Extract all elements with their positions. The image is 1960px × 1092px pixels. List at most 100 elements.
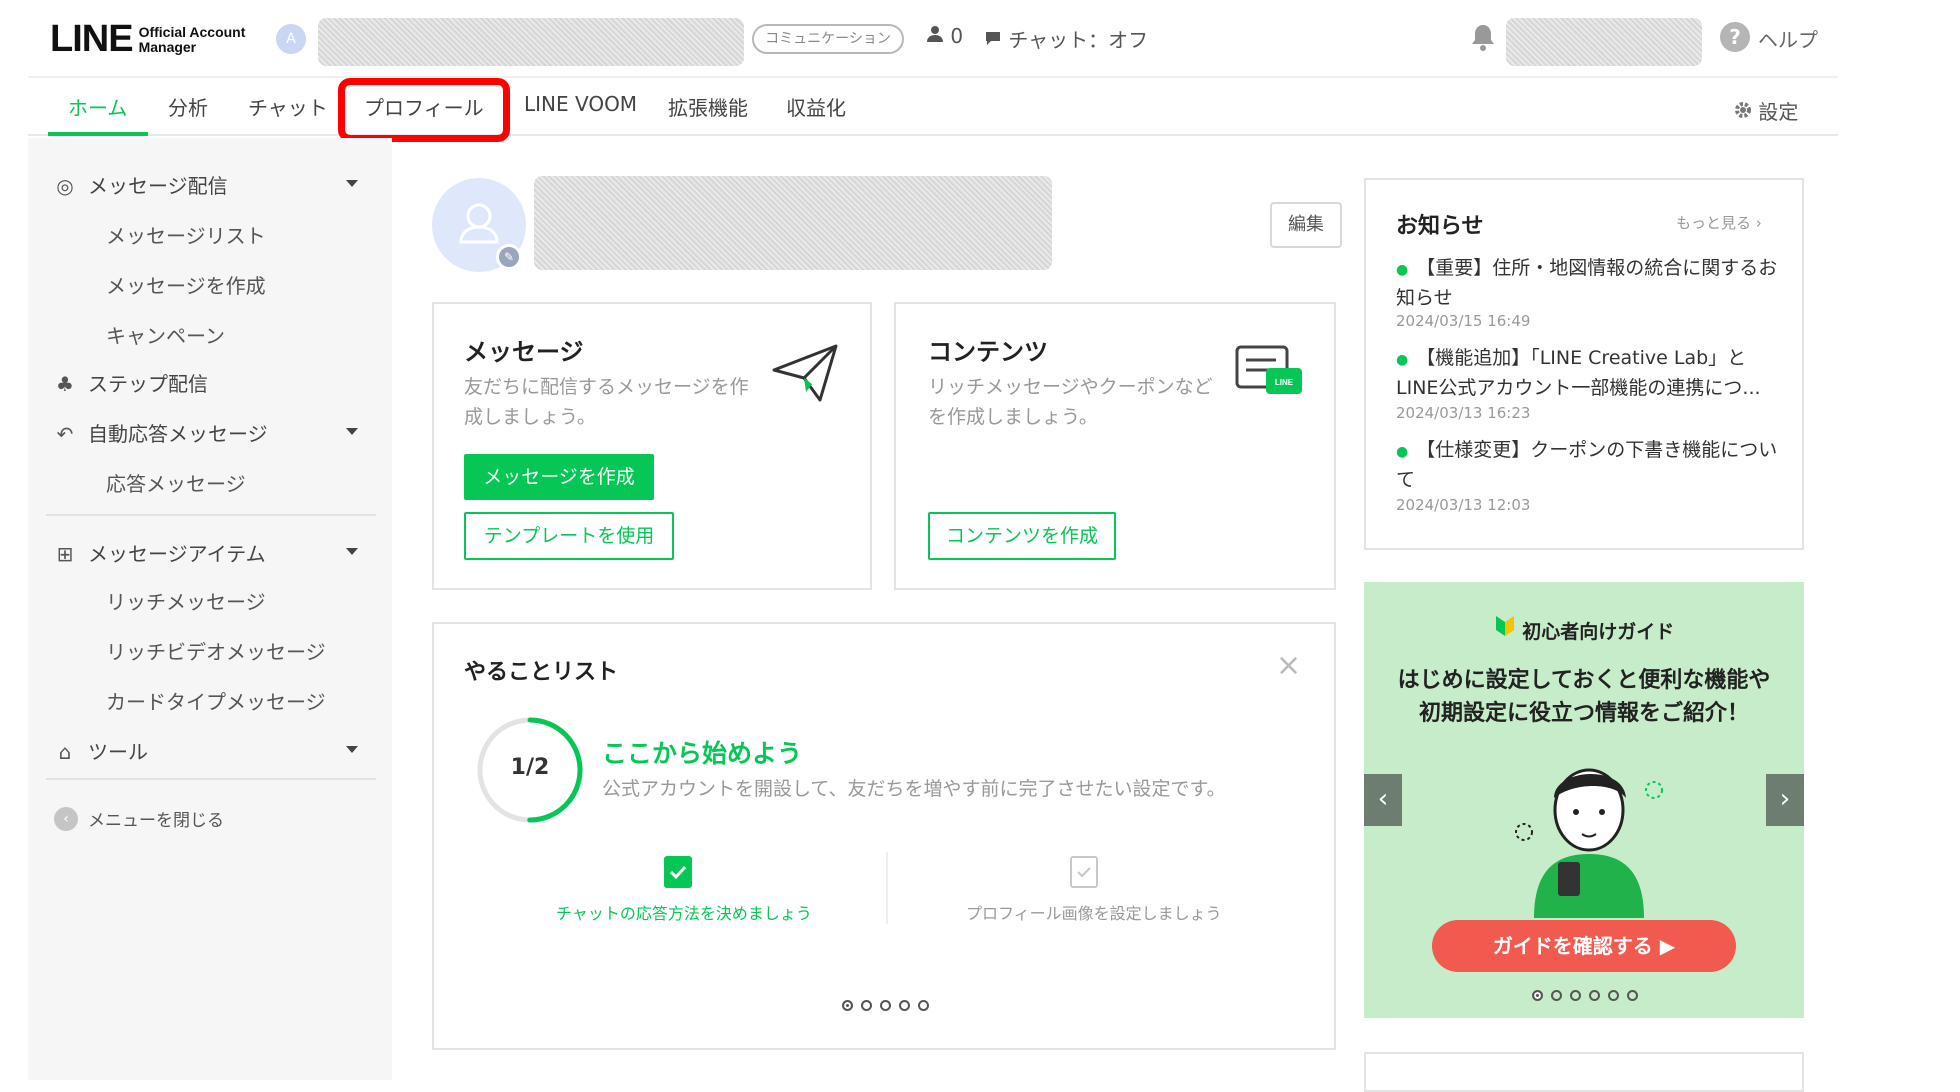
bell-icon[interactable] bbox=[1470, 22, 1496, 52]
pencil-icon[interactable]: ✎ bbox=[496, 244, 522, 270]
page-dot[interactable] bbox=[1551, 990, 1562, 1001]
beginner-guide-banner[interactable]: 初心者向けガイド はじめに設定しておくと便利な機能や 初期設定に役立つ情報をご紹… bbox=[1364, 582, 1804, 1018]
sidebar: ◎ メッセージ配信 メッセージリスト メッセージを作成 キャンペーン ♣ ステップ配… bbox=[28, 138, 392, 1080]
bullet-icon: ● bbox=[1396, 444, 1409, 460]
sidebar-item-auto-reply[interactable]: ↶ 自動応答メッセージ bbox=[52, 418, 268, 447]
top-bar: LINE Official Account Manager A コミュニケーショ… bbox=[0, 0, 1960, 76]
line-chat-icon: LINE bbox=[1234, 344, 1306, 405]
content-card-title: コンテンツ bbox=[928, 338, 1048, 366]
news-item[interactable]: ● 【重要】住所・地図情報の統合に関するお知らせ bbox=[1396, 254, 1786, 312]
sidebar-item-campaign[interactable]: キャンペーン bbox=[106, 320, 225, 349]
news-more-link[interactable]: もっと見る › bbox=[1676, 212, 1762, 233]
friends-count[interactable]: 0 bbox=[926, 24, 963, 48]
chevron-down-icon[interactable] bbox=[346, 746, 358, 753]
bullet-icon: ● bbox=[1396, 352, 1409, 368]
news-item[interactable]: ● 【仕様変更】クーポンの下書き機能について bbox=[1396, 436, 1786, 494]
store-icon: ⌂ bbox=[58, 740, 72, 764]
logo-main: LINE bbox=[50, 18, 134, 60]
step-divider bbox=[886, 852, 888, 924]
banner-pagination[interactable] bbox=[1532, 990, 1646, 1001]
account-name-redacted[interactable] bbox=[318, 18, 744, 66]
message-card-desc: 友だちに配信するメッセージを作成しましょう。 bbox=[464, 376, 749, 428]
account-avatar[interactable]: A bbox=[276, 24, 306, 54]
help-icon[interactable]: ? bbox=[1720, 22, 1750, 52]
sidebar-item-card-message[interactable]: カードタイプメッセージ bbox=[106, 686, 326, 715]
guide-button-label: ガイドを確認する bbox=[1492, 934, 1653, 958]
sidebar-item-message-items[interactable]: ⊞ メッセージアイテム bbox=[52, 538, 266, 567]
todo-step-profile-image[interactable]: プロフィール画像を設定しましょう bbox=[966, 900, 1222, 924]
gear-icon bbox=[1734, 100, 1758, 124]
friends-count-value: 0 bbox=[950, 24, 964, 48]
page-dot[interactable] bbox=[1589, 990, 1600, 1001]
page-dot[interactable] bbox=[861, 1000, 872, 1011]
sidebar-label: メッセージアイテム bbox=[88, 542, 266, 566]
add-box-icon: ⊞ bbox=[56, 542, 74, 566]
logo-sub: Official Account Manager bbox=[138, 24, 246, 55]
create-content-button[interactable]: コンテンツを作成 bbox=[928, 512, 1116, 560]
tab-monetization[interactable]: 収益化 bbox=[786, 92, 846, 121]
todo-pagination[interactable] bbox=[842, 1000, 937, 1011]
page-dot[interactable] bbox=[1570, 990, 1581, 1001]
page-dot[interactable] bbox=[1627, 990, 1638, 1001]
page-dot[interactable] bbox=[880, 1000, 891, 1011]
profile-tab-highlight bbox=[338, 78, 510, 142]
create-message-button[interactable]: メッセージを作成 bbox=[464, 454, 654, 500]
todo-step-chat-reply[interactable]: チャットの応答方法を決めましょう bbox=[556, 900, 812, 924]
sidebar-item-message-list[interactable]: メッセージリスト bbox=[106, 220, 266, 249]
chat-status[interactable]: チャット：オフ bbox=[984, 24, 1148, 53]
chat-status-label: チャット：オフ bbox=[1008, 28, 1149, 52]
news-more-label: もっと見る bbox=[1676, 214, 1752, 232]
todo-list-card bbox=[432, 622, 1336, 1050]
logo-sub-line-2: Manager bbox=[138, 38, 197, 55]
tab-extensions[interactable]: 拡張機能 bbox=[668, 92, 748, 121]
confirm-guide-button[interactable]: ガイドを確認する ▶ bbox=[1432, 920, 1736, 972]
step-tree-icon: ♣ bbox=[56, 372, 74, 396]
news-item-text: 【重要】住所・地図情報の統合に関するお知らせ bbox=[1396, 257, 1778, 309]
page-dot[interactable] bbox=[1532, 990, 1543, 1001]
help-link[interactable]: ヘルプ bbox=[1758, 24, 1818, 53]
bullet-icon: ● bbox=[1396, 262, 1409, 278]
page-dot[interactable] bbox=[918, 1000, 929, 1011]
settings-link[interactable]: 設定 bbox=[1734, 96, 1798, 125]
line-chat-icon-label: LINE bbox=[1275, 378, 1294, 387]
page-dot[interactable] bbox=[1608, 990, 1619, 1001]
tab-line-voom[interactable]: LINE VOOM bbox=[524, 92, 637, 116]
todo-heading: ここから始めよう bbox=[602, 739, 803, 768]
sidebar-divider bbox=[46, 778, 376, 780]
settings-label: 設定 bbox=[1758, 100, 1799, 124]
page-dot[interactable] bbox=[842, 1000, 853, 1011]
tab-chat[interactable]: チャット bbox=[248, 92, 328, 121]
chevron-down-icon[interactable] bbox=[346, 548, 358, 555]
guide-person-illustration bbox=[1515, 768, 1663, 918]
news-item-text: 【仕様変更】クーポンの下書き機能について bbox=[1396, 439, 1778, 491]
sidebar-item-rich-message[interactable]: リッチメッセージ bbox=[106, 586, 266, 615]
tab-analytics[interactable]: 分析 bbox=[168, 92, 208, 121]
sidebar-item-message-delivery[interactable]: ◎ メッセージ配信 bbox=[52, 170, 227, 199]
use-template-button[interactable]: テンプレートを使用 bbox=[464, 512, 674, 560]
sidebar-label: ツール bbox=[88, 740, 148, 764]
chevron-down-icon[interactable] bbox=[346, 180, 358, 187]
user-name-redacted[interactable] bbox=[1506, 18, 1702, 66]
tab-home[interactable]: ホーム bbox=[68, 92, 127, 121]
sidebar-item-reply-message[interactable]: 応答メッセージ bbox=[106, 468, 246, 497]
chevron-right-icon[interactable]: › bbox=[1766, 774, 1804, 826]
sidebar-item-rich-video-message[interactable]: リッチビデオメッセージ bbox=[106, 636, 326, 665]
chevron-down-icon[interactable] bbox=[346, 428, 358, 435]
chevron-left-icon[interactable]: ‹ bbox=[1364, 774, 1402, 826]
banner-headline: はじめに設定しておくと便利な機能や 初期設定に役立つ情報をご紹介！ bbox=[1364, 664, 1804, 730]
progress-label: 1/2 bbox=[510, 755, 550, 780]
profile-name-redacted bbox=[534, 176, 1052, 270]
paper-plane-icon bbox=[770, 340, 840, 409]
edit-profile-button[interactable]: 編集 bbox=[1270, 202, 1342, 248]
close-icon[interactable]: × bbox=[1276, 648, 1301, 683]
page-dot[interactable] bbox=[899, 1000, 910, 1011]
news-item[interactable]: ● 【機能追加】「LINE Creative Lab」とLINE公式アカウント一部… bbox=[1396, 344, 1786, 402]
close-menu-button[interactable]: ‹ メニューを閉じる bbox=[54, 806, 224, 831]
todo-list-title: やることリスト bbox=[464, 660, 619, 685]
sidebar-item-create-message[interactable]: メッセージを作成 bbox=[106, 270, 266, 299]
plan-badge: コミュニケーション bbox=[752, 24, 904, 54]
line-oa-logo[interactable]: LINE Official Account Manager bbox=[50, 18, 245, 61]
sidebar-item-tools[interactable]: ⌂ ツール bbox=[52, 736, 148, 765]
main-nav: ホーム 分析 チャット プロフィール LINE VOOM 拡張機能 収益化 bbox=[28, 76, 1838, 136]
sidebar-item-step-delivery[interactable]: ♣ ステップ配信 bbox=[52, 368, 208, 397]
